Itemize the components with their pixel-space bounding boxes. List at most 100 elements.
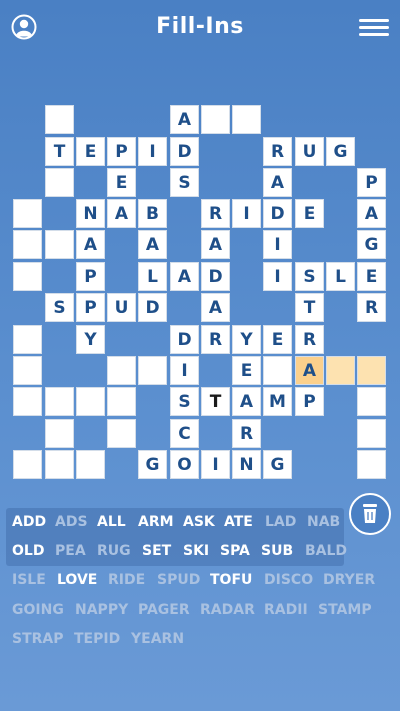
grid-cell[interactable]: A bbox=[263, 168, 292, 197]
grid-cell[interactable]: M bbox=[263, 387, 292, 416]
grid-cell[interactable] bbox=[326, 356, 355, 385]
grid-cell[interactable]: P bbox=[76, 293, 105, 322]
grid-cell[interactable]: A bbox=[76, 230, 105, 259]
word-chip[interactable]: SUB bbox=[261, 543, 293, 559]
grid-cell[interactable]: R bbox=[201, 199, 230, 228]
word-chip[interactable]: ADS bbox=[55, 514, 88, 530]
grid-cell[interactable]: A bbox=[357, 199, 386, 228]
grid-cell[interactable]: S bbox=[170, 168, 199, 197]
grid-cell[interactable]: D bbox=[201, 262, 230, 291]
grid-cell[interactable]: T bbox=[45, 137, 74, 166]
word-chip[interactable]: RIDE bbox=[108, 572, 145, 588]
grid-cell[interactable] bbox=[13, 262, 42, 291]
grid-cell[interactable] bbox=[45, 450, 74, 479]
grid-cell[interactable] bbox=[13, 387, 42, 416]
grid-cell[interactable]: T bbox=[295, 293, 324, 322]
word-chip[interactable]: RADII bbox=[264, 602, 308, 618]
hamburger-menu-icon[interactable] bbox=[359, 19, 389, 37]
grid-cell[interactable]: S bbox=[170, 387, 199, 416]
word-chip[interactable]: ARM bbox=[138, 514, 174, 530]
word-chip[interactable]: ATE bbox=[224, 514, 253, 530]
word-chip[interactable]: PEA bbox=[55, 543, 86, 559]
grid-cell[interactable]: E bbox=[76, 137, 105, 166]
grid-cell[interactable]: L bbox=[138, 262, 167, 291]
grid-cell[interactable] bbox=[76, 387, 105, 416]
word-chip[interactable]: NAPPY bbox=[75, 602, 128, 618]
word-chip[interactable]: DISCO bbox=[264, 572, 313, 588]
grid-cell[interactable]: E bbox=[263, 325, 292, 354]
grid-cell[interactable]: R bbox=[201, 325, 230, 354]
word-chip[interactable]: SPUD bbox=[157, 572, 200, 588]
grid-cell[interactable]: A bbox=[138, 230, 167, 259]
word-chip[interactable]: RUG bbox=[97, 543, 131, 559]
grid-cell[interactable]: L bbox=[326, 262, 355, 291]
grid-cell[interactable]: D bbox=[170, 137, 199, 166]
word-chip[interactable]: ISLE bbox=[12, 572, 46, 588]
grid-cell[interactable] bbox=[13, 450, 42, 479]
grid-cell[interactable]: G bbox=[326, 137, 355, 166]
word-chip[interactable]: SPA bbox=[220, 543, 250, 559]
grid-cell[interactable]: P bbox=[295, 387, 324, 416]
grid-cell[interactable]: I bbox=[263, 262, 292, 291]
grid-cell[interactable]: R bbox=[263, 137, 292, 166]
grid-cell[interactable]: Y bbox=[232, 325, 261, 354]
grid-cell[interactable] bbox=[45, 230, 74, 259]
grid-cell[interactable] bbox=[232, 105, 261, 134]
grid-cell[interactable]: A bbox=[170, 262, 199, 291]
grid-cell[interactable] bbox=[107, 356, 136, 385]
word-chip[interactable]: RADAR bbox=[200, 602, 255, 618]
grid-cell[interactable]: N bbox=[76, 199, 105, 228]
grid-cell[interactable]: G bbox=[357, 230, 386, 259]
grid-cell[interactable] bbox=[13, 356, 42, 385]
grid-cell[interactable]: A bbox=[295, 356, 324, 385]
grid-cell[interactable]: U bbox=[295, 137, 324, 166]
grid-cell[interactable]: T bbox=[201, 387, 230, 416]
grid-cell[interactable]: I bbox=[232, 199, 261, 228]
grid-cell[interactable]: I bbox=[201, 450, 230, 479]
grid-cell[interactable]: P bbox=[357, 168, 386, 197]
word-chip[interactable]: LAD bbox=[265, 514, 296, 530]
grid-cell[interactable] bbox=[45, 168, 74, 197]
grid-cell[interactable]: E bbox=[107, 168, 136, 197]
grid-cell[interactable] bbox=[13, 325, 42, 354]
grid-cell[interactable] bbox=[138, 356, 167, 385]
word-chip[interactable]: LOVE bbox=[57, 572, 97, 588]
grid-cell[interactable] bbox=[45, 387, 74, 416]
grid-cell[interactable]: R bbox=[357, 293, 386, 322]
word-chip[interactable]: OLD bbox=[12, 543, 44, 559]
grid-cell[interactable]: S bbox=[295, 262, 324, 291]
grid-cell[interactable] bbox=[76, 450, 105, 479]
grid-cell[interactable]: S bbox=[45, 293, 74, 322]
grid-cell[interactable] bbox=[357, 419, 386, 448]
grid-cell[interactable]: A bbox=[170, 105, 199, 134]
grid-cell[interactable]: G bbox=[263, 450, 292, 479]
grid-cell[interactable]: D bbox=[138, 293, 167, 322]
grid-cell[interactable]: C bbox=[170, 419, 199, 448]
word-chip[interactable]: TEPID bbox=[74, 631, 120, 647]
grid-cell[interactable] bbox=[107, 419, 136, 448]
grid-cell[interactable] bbox=[13, 230, 42, 259]
grid-cell[interactable]: E bbox=[357, 262, 386, 291]
grid-cell[interactable]: N bbox=[232, 450, 261, 479]
word-chip[interactable]: SKI bbox=[183, 543, 209, 559]
grid-cell[interactable]: R bbox=[232, 419, 261, 448]
grid-cell[interactable]: I bbox=[263, 230, 292, 259]
word-chip[interactable]: STRAP bbox=[12, 631, 64, 647]
word-chip[interactable]: GOING bbox=[12, 602, 64, 618]
grid-cell[interactable] bbox=[13, 199, 42, 228]
grid-cell[interactable]: Y bbox=[76, 325, 105, 354]
word-chip[interactable]: DRYER bbox=[323, 572, 375, 588]
grid-cell[interactable]: O bbox=[170, 450, 199, 479]
grid-cell[interactable]: A bbox=[201, 293, 230, 322]
grid-cell[interactable]: D bbox=[170, 325, 199, 354]
grid-cell[interactable]: A bbox=[232, 387, 261, 416]
word-chip[interactable]: SET bbox=[142, 543, 171, 559]
grid-cell[interactable]: A bbox=[107, 199, 136, 228]
word-chip[interactable]: STAMP bbox=[318, 602, 372, 618]
grid-cell[interactable]: G bbox=[138, 450, 167, 479]
grid-cell[interactable]: P bbox=[76, 262, 105, 291]
word-chip[interactable]: ALL bbox=[97, 514, 126, 530]
grid-cell[interactable] bbox=[357, 450, 386, 479]
grid-cell[interactable] bbox=[357, 356, 386, 385]
grid-cell[interactable]: B bbox=[138, 199, 167, 228]
